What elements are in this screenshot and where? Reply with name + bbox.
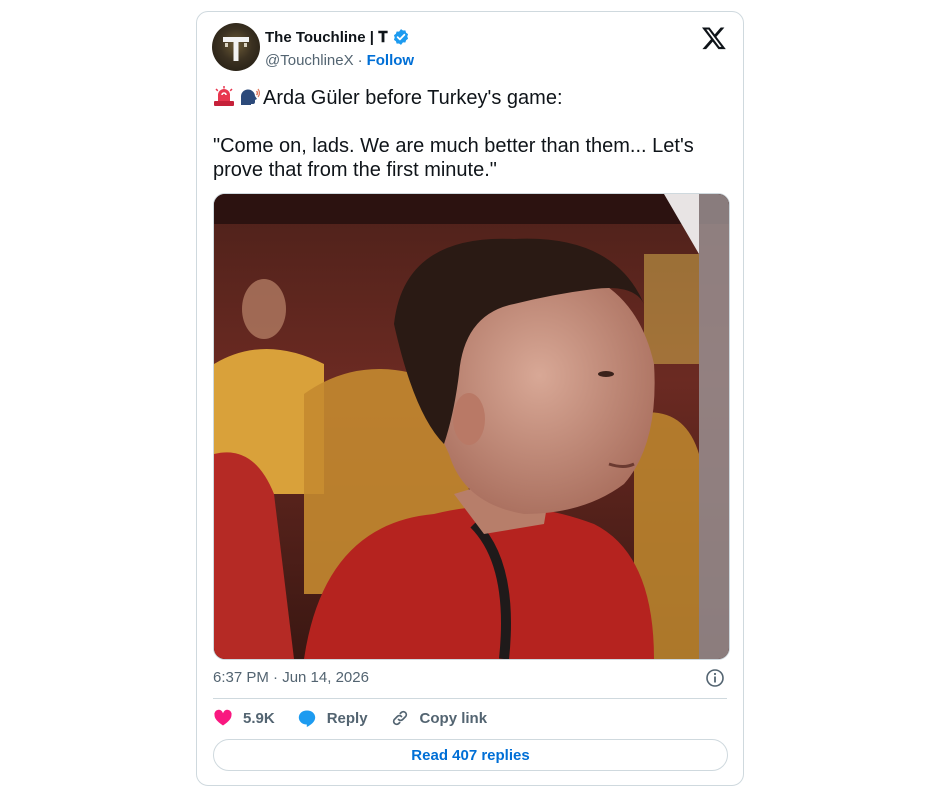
link-icon [392, 710, 407, 726]
author-display-name[interactable]: The Touchline | 𝐓 [265, 29, 388, 46]
reply-button[interactable]: Reply [297, 708, 368, 728]
copy-link-label: Copy link [419, 709, 488, 727]
tweet-actions-bar: 5.9K Reply Copy link [213, 708, 509, 728]
tweet-text-quote: "Come on, lads. We are much better than … [213, 135, 700, 181]
avatar[interactable] [212, 23, 260, 71]
tweet-video-media[interactable] [213, 193, 730, 660]
divider [213, 698, 727, 699]
reply-label: Reply [326, 709, 368, 727]
separator-dot: · [357, 52, 363, 69]
like-button[interactable]: 5.9K [213, 708, 275, 728]
touchline-logo-icon [223, 37, 249, 61]
like-count: 5.9K [243, 709, 275, 727]
x-logo-icon[interactable] [701, 25, 727, 51]
speaking-head-icon [238, 87, 263, 109]
video-thumbnail [214, 194, 729, 659]
verified-badge-icon [393, 29, 408, 45]
copy-link-button[interactable]: Copy link [390, 708, 488, 728]
tweet-text: Arda Güler before Turkey's game: "Come o… [213, 85, 723, 182]
info-icon[interactable] [705, 668, 725, 688]
read-replies-button[interactable]: Read 407 replies [213, 739, 728, 771]
reply-bubble-icon [298, 710, 315, 727]
heart-icon [214, 709, 232, 726]
author-name-row: The Touchline | 𝐓 [265, 28, 410, 46]
rotating-light-icon [213, 86, 238, 109]
follow-button[interactable]: Follow [367, 52, 415, 69]
tweet-card: The Touchline | 𝐓 @TouchlineX · Follow A… [196, 11, 744, 786]
tweet-timestamp[interactable]: 6:37 PM · Jun 14, 2026 [213, 669, 369, 686]
author-handle-row: @TouchlineX · Follow [265, 52, 414, 69]
author-handle[interactable]: @TouchlineX [265, 52, 354, 69]
tweet-text-line1: Arda Güler before Turkey's game: [263, 87, 563, 109]
